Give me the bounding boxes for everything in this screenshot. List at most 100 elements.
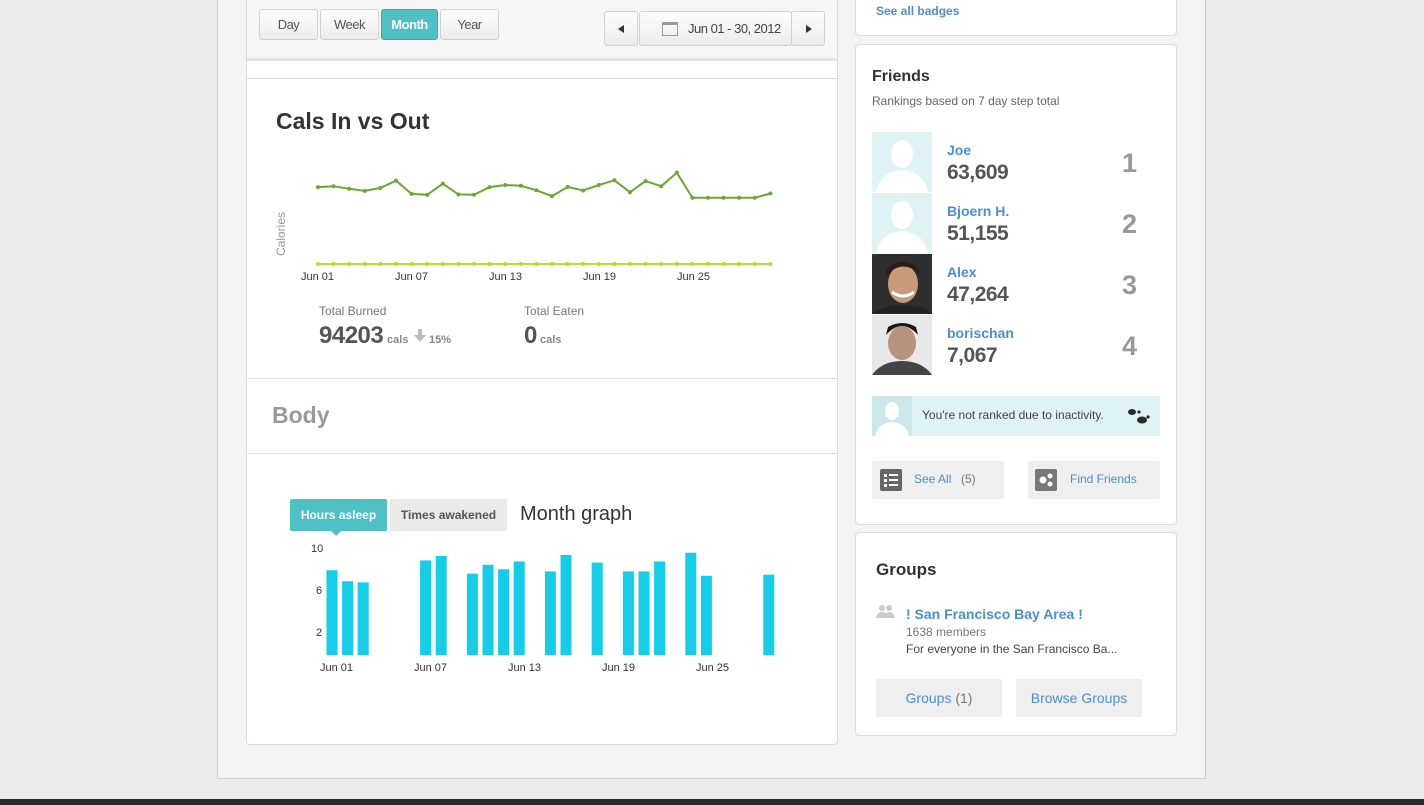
sleep-bar [357, 582, 369, 655]
data-point [643, 262, 648, 266]
friend-row[interactable]: borischan 7,067 4 [872, 315, 1162, 375]
friend-rank: 3 [1122, 270, 1138, 300]
tab-month[interactable]: Month [381, 9, 438, 40]
friend-name[interactable]: Alex [947, 264, 977, 280]
data-point [706, 262, 710, 266]
data-point [612, 262, 617, 266]
calendar-icon [662, 22, 678, 36]
avatar [872, 254, 932, 314]
data-point [503, 262, 508, 266]
friend-steps: 47,264 [947, 283, 1009, 306]
see-all-label: See All [914, 472, 952, 486]
data-point [331, 184, 336, 189]
sleep-x-tick: Jun 01 [320, 662, 354, 674]
tab-day[interactable]: Day [259, 9, 318, 40]
month-graph-title: Month graph [520, 503, 633, 525]
group-icon [876, 605, 895, 618]
data-point [659, 184, 664, 189]
footsteps-icon [1128, 409, 1150, 424]
data-point [518, 183, 523, 188]
sleep-bar [622, 571, 634, 655]
data-point [534, 262, 539, 266]
divider [247, 453, 837, 454]
date-range-picker[interactable]: Jun 01 - 30, 2012 [639, 11, 792, 46]
sleep-bar [685, 552, 697, 655]
sleep-bar [544, 571, 556, 655]
data-point [690, 195, 695, 200]
friend-steps: 7,067 [947, 344, 998, 367]
find-friends-button[interactable]: Find Friends [1028, 461, 1160, 499]
group-members: 1638 members [906, 625, 987, 639]
data-point [565, 184, 570, 189]
cals-x-tick: Jun 13 [489, 271, 523, 283]
default-avatar-icon [872, 396, 912, 436]
data-point [674, 262, 679, 266]
sleep-bar [560, 554, 572, 655]
divider [247, 378, 837, 379]
data-point [721, 262, 726, 266]
data-point [752, 195, 757, 200]
next-range-button[interactable] [791, 11, 825, 46]
list-icon [880, 469, 902, 491]
arrow-right-icon [806, 25, 812, 33]
data-point [596, 262, 601, 266]
data-point [425, 262, 430, 266]
friend-row[interactable]: Alex 47,264 3 [872, 254, 1162, 314]
sleep-bar [435, 556, 447, 655]
data-point [362, 188, 367, 193]
data-point [316, 262, 320, 266]
data-point [347, 262, 352, 266]
body-title: Body [272, 402, 330, 428]
data-point [706, 195, 710, 200]
group-name-link[interactable]: ! San Francisco Bay Area ! [906, 606, 1083, 622]
cals-line-chart [316, 170, 773, 266]
browse-groups-button[interactable]: Browse Groups [1016, 679, 1142, 717]
data-point [628, 262, 632, 266]
data-point [394, 262, 398, 266]
data-point [362, 262, 367, 266]
data-point [581, 188, 586, 193]
total-eaten-value: 0 [524, 322, 537, 349]
friend-name[interactable]: Joe [947, 142, 971, 158]
inactivity-note: You're not ranked due to inactivity. [872, 396, 1160, 436]
default-avatar-icon [872, 193, 932, 253]
groups-button[interactable]: Groups (1) [876, 679, 1002, 717]
data-point [316, 185, 320, 190]
default-avatar-icon [872, 132, 932, 192]
window-bottom-edge [0, 799, 1424, 805]
see-all-count: (5) [961, 472, 976, 486]
tab-year[interactable]: Year [440, 9, 499, 40]
prev-range-button[interactable] [604, 11, 638, 46]
friend-row[interactable]: Bjoern H. 51,155 2 [872, 193, 1162, 253]
see-all-badges-link[interactable]: See all badges [876, 4, 959, 18]
total-burned-label: Total Burned [319, 304, 387, 318]
groups-title: Groups [876, 560, 937, 579]
data-point [487, 185, 492, 190]
sleep-bar [638, 571, 650, 655]
sleep-bar [420, 560, 432, 655]
friend-row[interactable]: Joe 63,609 1 [872, 132, 1162, 192]
sleep-x-tick: Jun 25 [696, 662, 730, 674]
data-point [456, 262, 461, 266]
arrow-left-icon [618, 25, 624, 33]
sleep-bar [326, 570, 338, 655]
data-point [503, 182, 508, 187]
friend-name[interactable]: borischan [947, 325, 1014, 341]
data-point [643, 179, 648, 184]
sleep-x-tick: Jun 19 [602, 662, 636, 674]
data-point [487, 262, 492, 266]
cals-x-tick: Jun 01 [301, 271, 335, 283]
sleep-bar-chart [326, 552, 775, 655]
friends-title: Friends [872, 68, 930, 85]
data-point [472, 192, 476, 197]
data-point [550, 262, 554, 266]
friend-name[interactable]: Bjoern H. [947, 203, 1009, 219]
data-point [409, 262, 414, 266]
down-arrow-icon [414, 329, 426, 342]
tab-hours-asleep[interactable]: Hours asleep [290, 499, 387, 531]
data-point [378, 262, 383, 266]
cals-title: Cals In vs Out [276, 108, 430, 134]
tab-times-awakened[interactable]: Times awakened [390, 499, 507, 531]
tab-week[interactable]: Week [320, 9, 379, 40]
see-all-friends-button[interactable]: See All (5) [872, 461, 1004, 499]
